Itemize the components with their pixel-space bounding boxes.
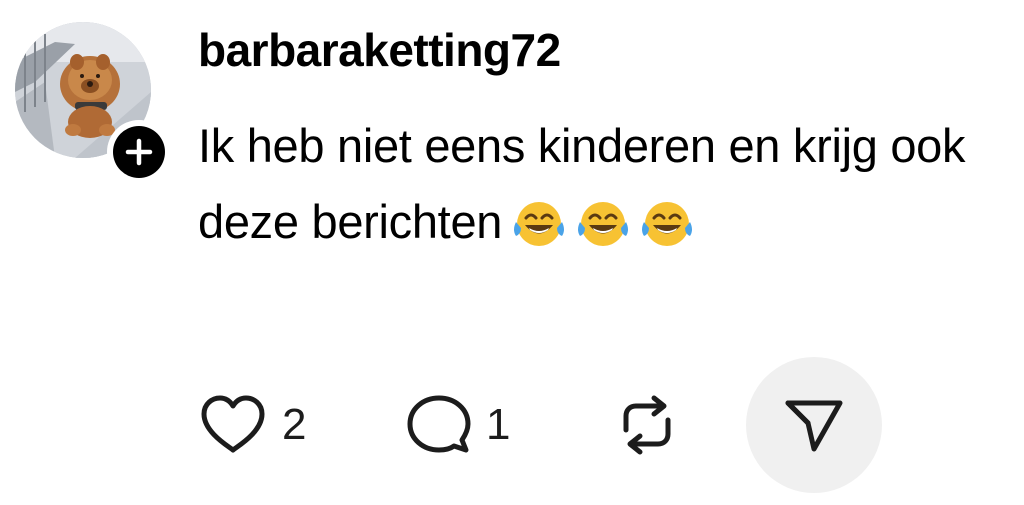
follow-button-circle xyxy=(113,126,165,178)
follow-button[interactable] xyxy=(107,120,171,184)
username[interactable]: barbaraketting72 xyxy=(198,20,561,80)
comment-bubble-icon xyxy=(407,395,471,453)
thread-post: barbaraketting72 Ik heb niet eens kinder… xyxy=(0,0,1024,505)
plus-icon xyxy=(125,138,153,166)
repost-icon xyxy=(623,395,671,455)
like-button[interactable]: 2 xyxy=(198,390,306,460)
post-actions-bar: 2 1 xyxy=(0,356,1024,496)
laughing-tears-emoji-icon xyxy=(514,202,565,246)
share-button[interactable] xyxy=(746,357,882,493)
laughing-tears-emoji-icon xyxy=(578,202,629,246)
post-body: Ik heb niet eens kinderen en krijg ook d… xyxy=(198,108,998,260)
comment-button[interactable]: 1 xyxy=(406,390,510,460)
send-icon xyxy=(785,400,843,452)
heart-icon xyxy=(201,395,265,453)
avatar-container xyxy=(15,22,171,184)
repost-button[interactable] xyxy=(614,390,680,460)
laughing-tears-emoji-icon xyxy=(642,202,693,246)
like-count: 2 xyxy=(282,400,307,449)
comment-count: 1 xyxy=(486,400,511,449)
emoji-group xyxy=(510,198,696,250)
